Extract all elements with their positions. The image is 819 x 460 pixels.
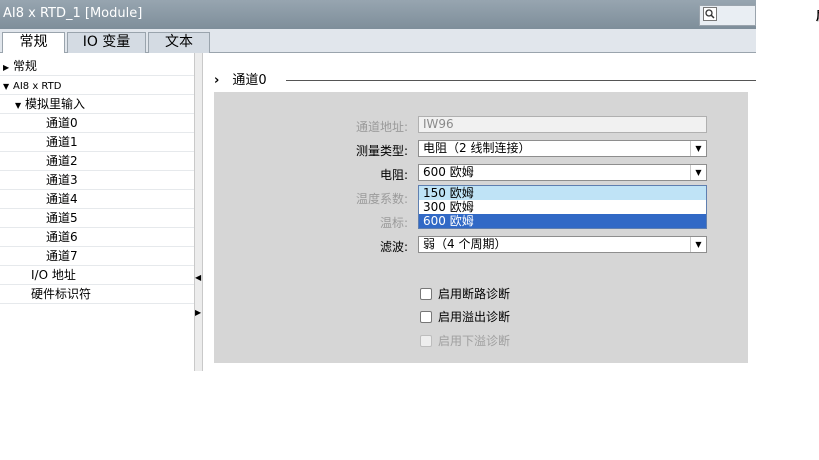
- tab-text[interactable]: 文本: [148, 32, 210, 53]
- expand-right-icon[interactable]: ▶: [195, 308, 201, 317]
- window-titlebar: AI8 x RTD_1 [Module] 属性: [0, 0, 819, 29]
- tree-item-channel-2[interactable]: 通道2: [0, 152, 194, 171]
- checkbox-box: [420, 335, 432, 347]
- window-title: AI8 x RTD_1 [Module]: [3, 6, 143, 21]
- collapse-arrow-icon[interactable]: ▼: [3, 78, 13, 96]
- tree-item-channel-7[interactable]: 通道7: [0, 247, 194, 266]
- tree-item-general[interactable]: ▶ 常规: [0, 57, 194, 76]
- dropdown-arrow-icon[interactable]: ▼: [690, 237, 706, 252]
- panel-splitter[interactable]: ◀ ▶: [194, 53, 203, 371]
- tree-item-channel-1[interactable]: 通道1: [0, 133, 194, 152]
- expand-arrow-icon[interactable]: ▶: [3, 59, 13, 77]
- resistance-dropdown-list: 150 欧姆 300 欧姆 600 欧姆: [418, 185, 707, 229]
- tree-item-label: AI8 x RTD: [13, 81, 62, 92]
- overflow-checkbox[interactable]: 启用溢出诊断: [420, 308, 510, 325]
- properties-label: 属性: [720, 7, 819, 24]
- tree-item-label: 模拟里输入: [25, 97, 86, 111]
- tree-item-channel-6[interactable]: 通道6: [0, 228, 194, 247]
- meas-type-label: 测量类型:: [355, 144, 408, 158]
- tab-general[interactable]: 常规: [2, 32, 65, 54]
- channel-settings-panel: 通道地址: IW96 测量类型: 电阻（2 线制连接） ▼ 电阻: 600 欧姆…: [214, 92, 748, 363]
- tree-item-ai8[interactable]: ▼ AI8 x RTD: [0, 76, 194, 95]
- collapse-arrow-icon[interactable]: ▼: [15, 97, 25, 115]
- address-label: 通道地址:: [355, 120, 408, 134]
- temp-scale-label: 温标:: [379, 216, 408, 230]
- tree-item-hw-id[interactable]: 硬件标识符: [0, 285, 194, 304]
- filter-value: 弱（4 个周期）: [423, 237, 507, 251]
- resistance-label: 电阻:: [379, 168, 408, 182]
- tree-item-channel-5[interactable]: 通道5: [0, 209, 194, 228]
- checkbox-box[interactable]: [420, 288, 432, 300]
- address-field: IW96: [418, 116, 707, 133]
- tree-item-label: 常规: [13, 59, 38, 73]
- section-heading[interactable]: › 通道0: [214, 69, 267, 88]
- tree-item-channel-3[interactable]: 通道3: [0, 171, 194, 190]
- checkbox-label: 启用下溢诊断: [438, 334, 511, 348]
- meas-type-select[interactable]: 电阻（2 线制连接） ▼: [418, 140, 707, 157]
- resistance-option-600[interactable]: 600 欧姆: [419, 214, 706, 228]
- tree-item-analog-input[interactable]: ▼ 模拟里输入: [0, 95, 194, 114]
- filter-label: 滤波:: [379, 240, 408, 254]
- collapse-left-icon[interactable]: ◀: [195, 273, 201, 282]
- tab-bar: 常规 IO 变量 文本: [0, 29, 756, 54]
- heading-divider: [286, 80, 756, 81]
- checkbox-label: 启用溢出诊断: [438, 310, 511, 324]
- navigation-tree: ▶ 常规 ▼ AI8 x RTD ▼ 模拟里输入 通道0 通道1 通道2 通道3 通道…: [0, 53, 194, 371]
- section-title: 通道0: [232, 73, 267, 88]
- tree-item-channel-4[interactable]: 通道4: [0, 190, 194, 209]
- properties-content: › 通道0 通道地址: IW96 测量类型: 电阻（2 线制连接） ▼ 电阻: 6…: [203, 53, 756, 371]
- resistance-value: 600 欧姆: [423, 165, 474, 179]
- tree-item-io-address[interactable]: I/O 地址: [0, 266, 194, 285]
- resistance-option-150[interactable]: 150 欧姆: [419, 186, 706, 200]
- checkbox-label: 启用断路诊断: [438, 287, 511, 301]
- underflow-checkbox: 启用下溢诊断: [420, 332, 510, 349]
- dropdown-arrow-icon[interactable]: ▼: [690, 165, 706, 180]
- tab-io-tags[interactable]: IO 变量: [67, 32, 146, 53]
- resistance-select[interactable]: 600 欧姆 ▼: [418, 164, 707, 181]
- tree-item-channel-0[interactable]: 通道0: [0, 114, 194, 133]
- temp-coef-label: 温度系数:: [355, 192, 408, 206]
- chevron-right-icon: ›: [214, 73, 220, 88]
- properties-button[interactable]: 属性: [699, 5, 819, 26]
- wire-break-checkbox[interactable]: 启用断路诊断: [420, 285, 510, 302]
- magnifier-icon: [703, 7, 717, 25]
- checkbox-box[interactable]: [420, 311, 432, 323]
- resistance-option-300[interactable]: 300 欧姆: [419, 200, 706, 214]
- meas-type-value: 电阻（2 线制连接）: [423, 141, 531, 155]
- dropdown-arrow-icon[interactable]: ▼: [690, 141, 706, 156]
- filter-select[interactable]: 弱（4 个周期） ▼: [418, 236, 707, 253]
